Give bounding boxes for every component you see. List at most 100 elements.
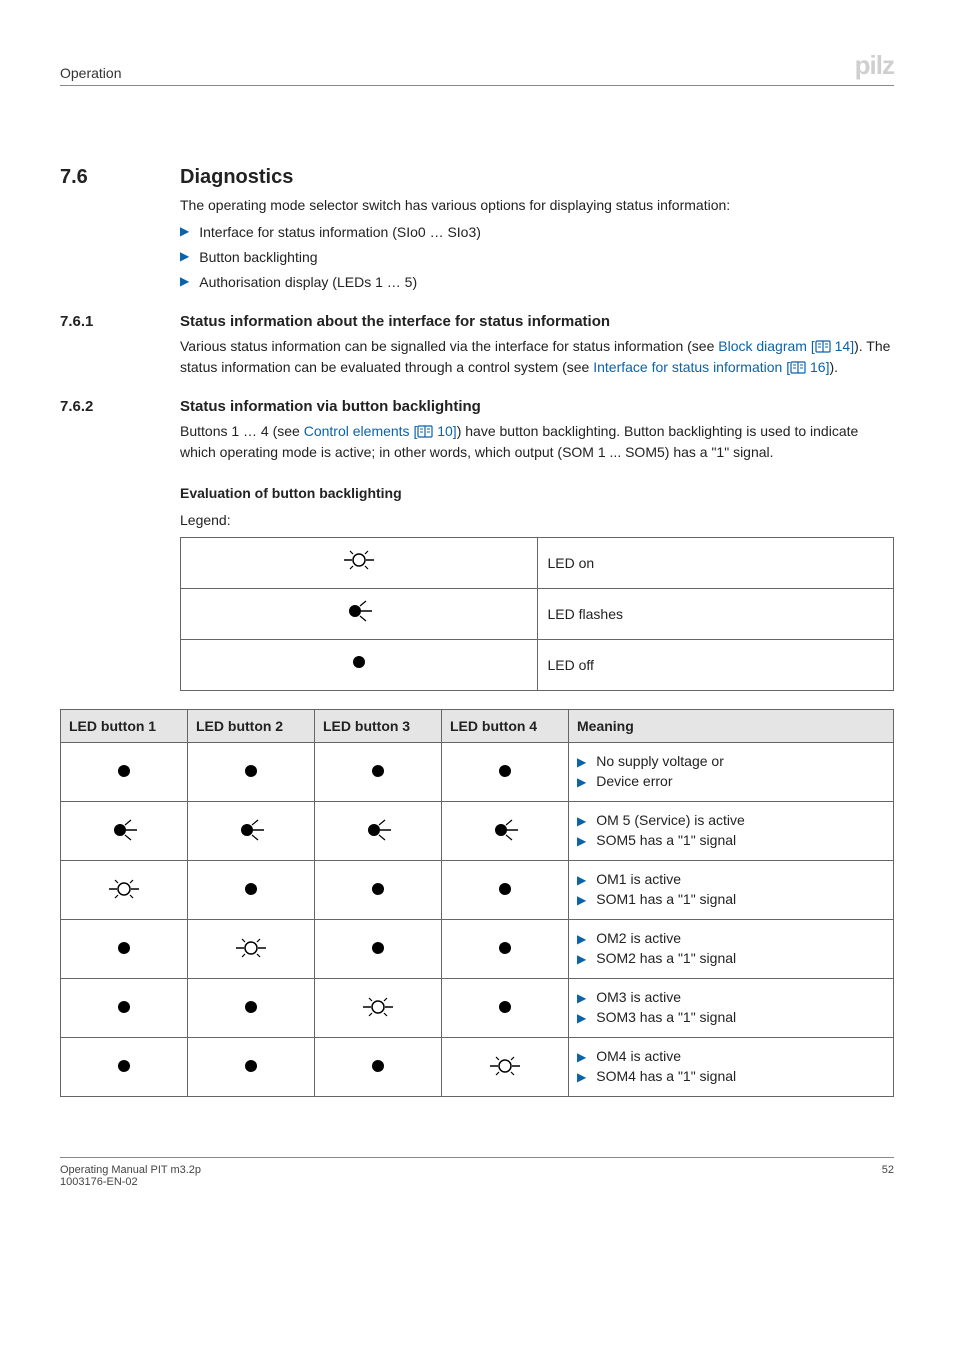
bullet-arrow-icon: ▶ xyxy=(180,247,189,266)
led-off-icon xyxy=(488,877,522,901)
meaning-cell: ▶ OM 5 (Service) is active ▶ SOM5 has a "1"… xyxy=(569,802,894,861)
bullet-text: Button backlighting xyxy=(199,247,317,268)
meaning-cell: ▶ OM2 is active ▶SOM2 has a "1" signal xyxy=(569,920,894,979)
bullet-arrow-icon: ▶ xyxy=(577,891,586,909)
meaning-cell: ▶OM3 is active ▶SOM3 has a "1" signal xyxy=(569,979,894,1038)
book-icon xyxy=(417,424,433,438)
led-cell xyxy=(315,920,442,979)
list-item: ▶OM4 is active xyxy=(577,1048,885,1066)
legend-label: Legend: xyxy=(180,510,894,531)
led-cell xyxy=(61,920,188,979)
led-off-icon xyxy=(107,759,141,783)
led-cell xyxy=(188,743,315,802)
led-off-icon xyxy=(361,877,395,901)
list-item: ▶ Authorisation display (LEDs 1 … 5) xyxy=(180,272,894,293)
text-fragment: Various status information can be signal… xyxy=(180,338,718,354)
led-off-icon xyxy=(234,759,268,783)
section-number: 7.6.1 xyxy=(60,313,180,330)
table-row: LED flashes xyxy=(181,589,894,640)
led-cell xyxy=(315,979,442,1038)
link-status-interface[interactable]: Interface for status information [ 16] xyxy=(593,359,829,375)
bullet-text: Interface for status information (SIo0 …… xyxy=(199,222,481,243)
text-fragment: ). xyxy=(829,359,838,375)
led-off-icon xyxy=(234,877,268,901)
led-cell xyxy=(61,979,188,1038)
bullet-arrow-icon: ▶ xyxy=(577,930,586,948)
brand-logo: pilz xyxy=(855,50,894,81)
table-row: ▶ OM 5 (Service) is active ▶ SOM5 has a "1"… xyxy=(61,802,894,861)
led-flash-icon xyxy=(488,818,522,842)
led-off-icon xyxy=(488,936,522,960)
page-footer: Operating Manual PIT m3.2p 1003176-EN-02… xyxy=(60,1157,894,1188)
bullet-arrow-icon: ▶ xyxy=(577,812,586,830)
book-icon xyxy=(790,360,806,374)
table-row: ▶No supply voltage or▶Device error xyxy=(61,743,894,802)
meaning-text: SOM3 has a "1" signal xyxy=(596,1009,736,1025)
page-number: 52 xyxy=(882,1164,894,1188)
legend-icon-cell xyxy=(181,538,538,589)
led-flash-icon xyxy=(107,818,141,842)
led-cell xyxy=(315,743,442,802)
led-cell xyxy=(315,1038,442,1097)
column-header: LED button 4 xyxy=(442,710,569,743)
led-off-icon xyxy=(107,1054,141,1078)
meaning-text: SOM1 has a "1" signal xyxy=(596,891,736,907)
column-header: LED button 2 xyxy=(188,710,315,743)
led-cell xyxy=(61,743,188,802)
list-item: ▶ OM 5 (Service) is active xyxy=(577,812,885,830)
paragraph: Various status information can be signal… xyxy=(180,336,894,378)
meaning-text: SOM2 has a "1" signal xyxy=(596,950,736,966)
table-header-row: LED button 1LED button 2LED button 3LED … xyxy=(61,710,894,743)
meaning-text: SOM5 has a "1" signal xyxy=(596,832,736,848)
led-off-icon xyxy=(342,650,376,674)
section-7-6: 7.6 Diagnostics xyxy=(60,166,894,189)
led-cell xyxy=(188,920,315,979)
section-title: Diagnostics xyxy=(180,166,293,189)
led-cell xyxy=(188,979,315,1038)
led-off-icon xyxy=(488,759,522,783)
led-flash-icon xyxy=(234,818,268,842)
meaning-text: OM 5 (Service) is active xyxy=(596,812,745,828)
column-header: Meaning xyxy=(569,710,894,743)
eval-heading: Evaluation of button backlighting xyxy=(180,483,894,504)
meaning-text: OM1 is active xyxy=(596,871,681,887)
meaning-cell: ▶OM1 is active ▶ SOM1 has a "1" signal xyxy=(569,861,894,920)
meaning-cell: ▶OM4 is active ▶ SOM4 has a "1" signal xyxy=(569,1038,894,1097)
table-row: ▶ OM2 is active ▶SOM2 has a "1" signal xyxy=(61,920,894,979)
led-cell xyxy=(442,1038,569,1097)
section-title: Status information via button backlighti… xyxy=(180,398,481,415)
legend-icon-cell xyxy=(181,640,538,691)
intro-text: The operating mode selector switch has v… xyxy=(180,195,894,216)
led-cell xyxy=(61,1038,188,1097)
meaning-text: SOM4 has a "1" signal xyxy=(596,1068,736,1084)
bullet-arrow-icon: ▶ xyxy=(180,272,189,291)
list-item: ▶SOM2 has a "1" signal xyxy=(577,950,885,968)
section-7-6-1: 7.6.1 Status information about the inter… xyxy=(60,313,894,330)
meaning-text: OM2 is active xyxy=(596,930,681,946)
bullet-arrow-icon: ▶ xyxy=(577,753,586,771)
table-row: LED off xyxy=(181,640,894,691)
header-section: Operation xyxy=(60,65,121,81)
led-cell xyxy=(188,861,315,920)
table-row: ▶OM4 is active ▶ SOM4 has a "1" signal xyxy=(61,1038,894,1097)
bullet-text: Authorisation display (LEDs 1 … 5) xyxy=(199,272,417,293)
table-row: ▶OM3 is active ▶SOM3 has a "1" signal xyxy=(61,979,894,1038)
paragraph: Buttons 1 … 4 (see Control elements [ 10… xyxy=(180,421,894,463)
footer-docid: 1003176-EN-02 xyxy=(60,1176,201,1188)
bullet-arrow-icon: ▶ xyxy=(577,832,586,850)
bullet-arrow-icon: ▶ xyxy=(577,1068,586,1086)
list-item: ▶SOM3 has a "1" signal xyxy=(577,1009,885,1027)
link-control-elements[interactable]: Control elements [ 10] xyxy=(304,423,457,439)
led-cell xyxy=(442,920,569,979)
led-on-icon xyxy=(342,548,376,572)
list-item: ▶OM1 is active xyxy=(577,871,885,889)
bullet-list: ▶ Interface for status information (SIo0 … xyxy=(180,222,894,293)
link-block-diagram[interactable]: Block diagram [ 14] xyxy=(718,338,854,354)
bullet-arrow-icon: ▶ xyxy=(180,222,189,241)
led-status-table: LED button 1LED button 2LED button 3LED … xyxy=(60,709,894,1097)
led-off-icon xyxy=(361,759,395,783)
led-on-icon xyxy=(234,936,268,960)
list-item: ▶OM3 is active xyxy=(577,989,885,1007)
column-header: LED button 1 xyxy=(61,710,188,743)
list-item: ▶ SOM4 has a "1" signal xyxy=(577,1068,885,1086)
